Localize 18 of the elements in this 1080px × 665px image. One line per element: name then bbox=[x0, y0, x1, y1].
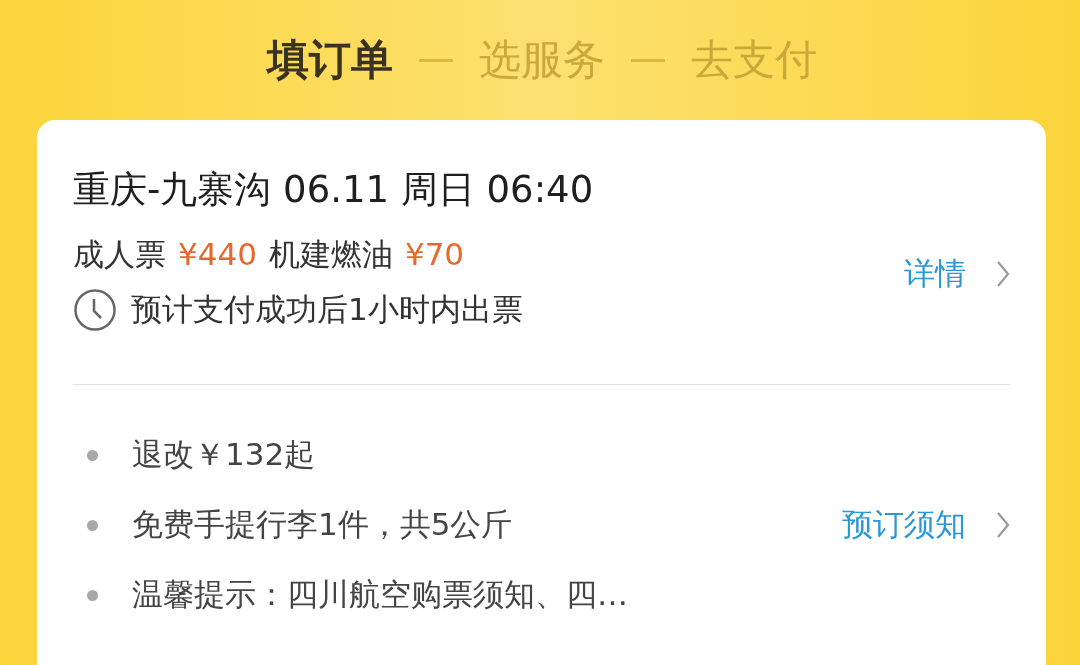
fare-label: 成人票 bbox=[73, 235, 166, 274]
note-text: 温馨提示：四川航空购票须知、四… bbox=[132, 575, 628, 614]
chevron-right-icon bbox=[996, 260, 1010, 288]
note-text: 退改￥132起 bbox=[132, 435, 316, 474]
details-link[interactable]: 详情 bbox=[904, 253, 1010, 295]
bullet-icon bbox=[87, 449, 98, 461]
fare-price: ¥440 bbox=[178, 235, 257, 274]
bullet-icon bbox=[87, 589, 98, 601]
booking-notice-link[interactable]: 预订须知 bbox=[842, 504, 1010, 546]
bullet-icon bbox=[87, 519, 98, 531]
fare-price: ¥70 bbox=[404, 235, 465, 274]
fare-label: 机建燃油 bbox=[268, 235, 393, 274]
note-text: 免费手提行李1件，共5公斤 bbox=[132, 505, 513, 544]
step-tab[interactable]: 填订单 bbox=[267, 32, 393, 88]
chevron-right-icon bbox=[996, 511, 1010, 539]
ticketing-note: 预计支付成功后1小时内出票 bbox=[131, 290, 523, 329]
clock-icon bbox=[73, 288, 117, 332]
flight-title: 重庆-九寨沟 06.11 周日 06:40 bbox=[73, 167, 595, 213]
